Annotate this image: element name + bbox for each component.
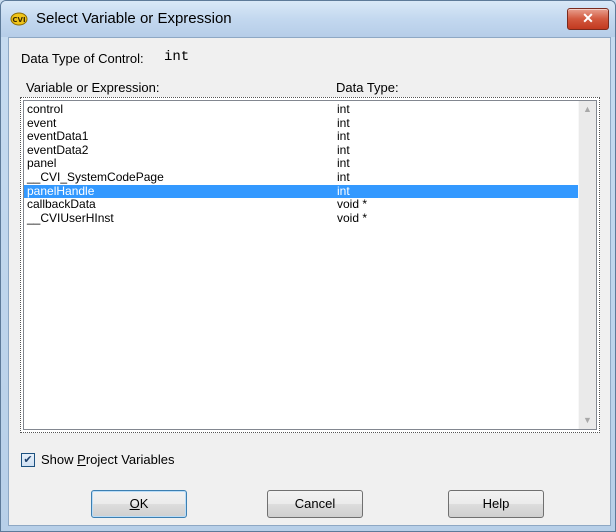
title-bar[interactable]: CVI Select Variable or Expression ✕ [1,1,615,37]
dialog-window: CVI Select Variable or Expression ✕ Data… [0,0,616,532]
show-project-variables-label: Show Project Variables [41,452,175,467]
variable-type: int [337,169,350,184]
list-item[interactable]: panel int [24,157,578,171]
variable-name: panel [27,156,57,171]
list-item[interactable]: panelHandle int [24,183,578,199]
variable-type: int [337,129,350,144]
variable-type: void * [337,197,368,212]
variable-name: callbackData [27,197,96,212]
variable-name: control [27,102,64,116]
column-header-data-type: Data Type: [336,80,399,95]
close-icon: ✕ [582,10,594,26]
variable-list-rows: control int event int eventData1 int eventD… [24,102,578,226]
scroll-down-icon[interactable]: ▼ [579,412,596,429]
svg-text:CVI: CVI [12,16,25,24]
variable-list-focus-frame: control int event int eventData1 int eventD… [20,97,600,433]
variable-type: int [337,156,350,171]
window-title: Select Variable or Expression [36,10,232,27]
list-item[interactable]: eventData1 int [24,130,578,144]
scroll-up-icon[interactable]: ▲ [579,101,596,118]
checkmark-icon: ✔ [23,454,33,466]
list-item[interactable]: callbackData void * [24,198,578,212]
variable-name: eventData1 [27,129,89,144]
column-header-variable: Variable or Expression: [26,80,160,95]
data-type-of-control-value: int [164,49,190,65]
variable-name: __CVI_SystemCodePage [27,169,164,184]
variable-list[interactable]: control int event int eventData1 int eventD… [23,100,597,430]
help-button[interactable]: Help [448,490,544,518]
list-item[interactable]: control int [24,102,578,117]
variable-type: int [337,183,350,198]
variable-type: int [337,142,350,157]
variable-name: panelHandle [27,183,95,198]
list-item[interactable]: eventData2 int [24,142,578,158]
list-item[interactable]: __CVI_SystemCodePage int [24,169,578,185]
variable-name: event [27,115,57,130]
variable-name: __CVIUserHInst [27,210,114,225]
variable-name: eventData2 [27,142,89,157]
data-type-of-control-label: Data Type of Control: [21,51,144,66]
cancel-button[interactable]: Cancel [267,490,363,518]
cvi-app-icon: CVI [10,12,28,26]
variable-type: int [337,102,350,116]
show-project-variables-checkbox[interactable]: ✔ [21,453,35,467]
ok-button[interactable]: OK [91,490,187,518]
list-item[interactable]: __CVIUserHInst void * [24,210,578,226]
variable-type: int [337,115,350,130]
close-button[interactable]: ✕ [567,8,609,30]
dialog-body: Data Type of Control: int Variable or Ex… [8,37,611,526]
variable-type: void * [337,210,368,225]
vertical-scrollbar[interactable]: ▲ ▼ [578,101,596,429]
list-item[interactable]: event int [24,115,578,131]
